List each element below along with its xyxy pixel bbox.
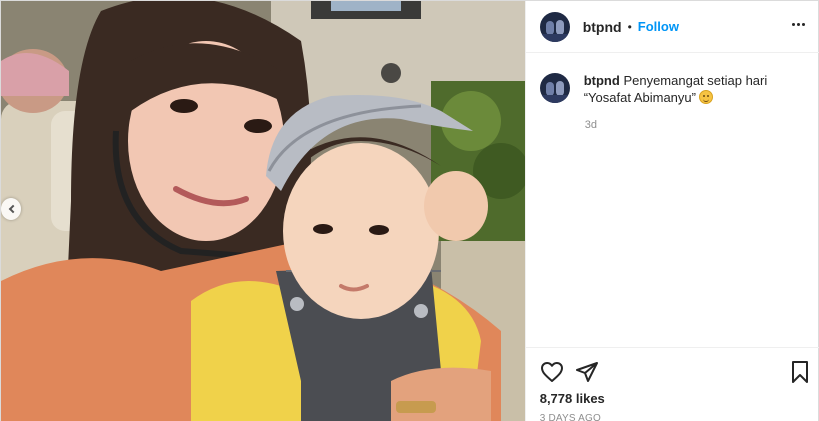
post-panel: btpnd • Follow btpnd Penyemangat setiap … [524, 1, 819, 421]
username-link[interactable]: btpnd [583, 19, 622, 35]
caption-timestamp: 3d [584, 119, 597, 131]
likes-count[interactable]: 8,778 likes [540, 391, 605, 406]
more-options-icon[interactable] [790, 15, 808, 33]
caption-text: btpnd Penyemangat setiap hari “Yosafat A… [584, 72, 810, 106]
like-button[interactable] [540, 360, 564, 384]
avatar[interactable] [539, 11, 570, 42]
post-caption: btpnd Penyemangat setiap hari “Yosafat A… [539, 72, 810, 106]
bookmark-icon [791, 361, 808, 383]
caption-username[interactable]: btpnd [584, 73, 620, 88]
save-button[interactable] [788, 360, 812, 384]
heart-icon [540, 362, 563, 382]
paper-plane-icon [575, 362, 598, 382]
instagram-post: btpnd • Follow btpnd Penyemangat setiap … [0, 0, 819, 421]
separator-dot: • [627, 19, 632, 34]
hugging-face-emoji-icon [698, 90, 713, 104]
post-photo[interactable] [1, 1, 525, 421]
post-actions: 8,778 likes 3 DAYS AGO [525, 347, 819, 421]
photo-illustration [1, 1, 525, 421]
share-button[interactable] [575, 360, 599, 384]
post-header: btpnd • Follow [525, 1, 819, 53]
follow-button[interactable]: Follow [638, 19, 679, 34]
post-date: 3 DAYS AGO [539, 413, 602, 421]
previous-photo-button[interactable] [1, 198, 21, 220]
caption-avatar[interactable] [539, 73, 570, 103]
chevron-left-icon [8, 204, 17, 214]
